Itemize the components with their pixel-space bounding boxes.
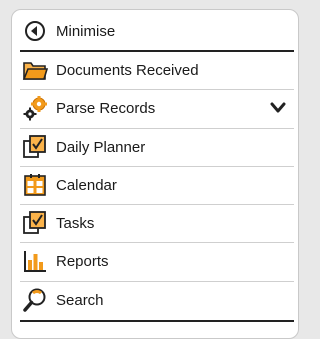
gears-icon [22,95,48,121]
menu-item-label: Parse Records [56,99,156,117]
divider [20,320,294,322]
bar-chart-icon [22,248,48,274]
menu-item-label: Search [56,291,104,309]
menu-item-documents-received[interactable]: Documents Received [12,51,298,89]
side-menu: Minimise Documents Received Parse Record… [11,9,299,339]
menu-item-label: Tasks [56,214,95,232]
magnifier-icon [22,287,48,313]
menu-item-calendar[interactable]: Calendar [12,166,298,204]
minimise-label: Minimise [56,22,116,40]
menu-item-daily-planner[interactable]: Daily Planner [12,128,298,166]
checklist-icon [22,134,48,160]
menu-item-label: Daily Planner [56,138,146,156]
checklist-icon [22,210,48,236]
menu-item-label: Reports [56,252,109,270]
minimise-button[interactable]: Minimise [12,12,298,50]
menu-item-parse-records[interactable]: Parse Records [12,89,298,127]
menu-item-tasks[interactable]: Tasks [12,204,298,242]
menu-item-label: Documents Received [56,61,199,79]
menu-item-reports[interactable]: Reports [12,242,298,280]
folder-icon [22,57,48,83]
circle-left-arrow-icon [22,18,48,44]
menu-item-label: Calendar [56,176,117,194]
calendar-icon [22,172,48,198]
chevron-down-icon[interactable] [270,101,286,115]
menu-item-search[interactable]: Search [12,281,298,319]
